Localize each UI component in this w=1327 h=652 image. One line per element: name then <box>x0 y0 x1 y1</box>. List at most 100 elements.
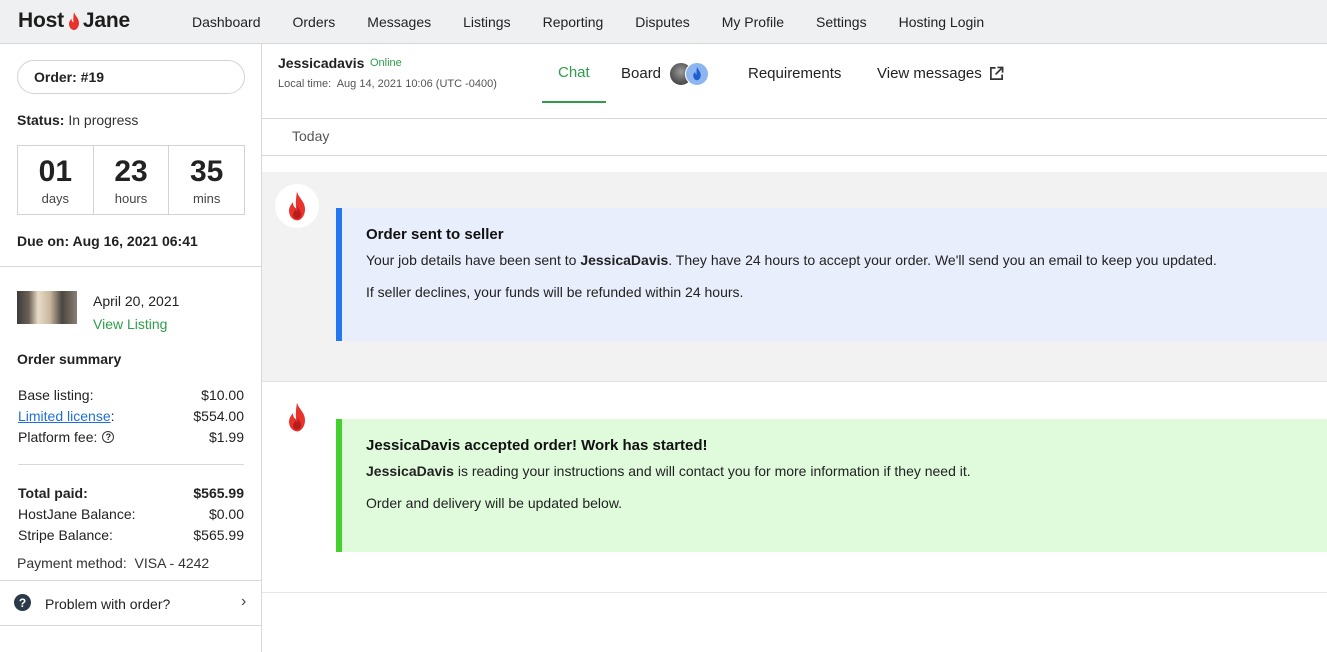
message-text: Your job details have been sent to <box>366 252 581 268</box>
flame-icon <box>693 66 701 81</box>
total-value: $565.99 <box>193 485 244 501</box>
seller-mention: JessicaDavis <box>366 463 454 479</box>
view-listing-link[interactable]: View Listing <box>93 316 167 332</box>
tab-requirements-label: Requirements <box>748 65 842 82</box>
total-row-total-paid: Total paid: $565.99 <box>18 485 244 501</box>
nav-orders[interactable]: Orders <box>277 14 352 30</box>
listing-thumbnail[interactable] <box>17 291 77 324</box>
message-order-sent: Order sent to seller Your job details ha… <box>336 208 1327 341</box>
message-title: Order sent to seller <box>366 226 504 243</box>
message-line: If seller declines, your funds will be r… <box>366 284 744 300</box>
summary-row-limited-license: Limited license: $554.00 <box>18 408 244 424</box>
nav-hosting-login[interactable]: Hosting Login <box>883 14 1001 30</box>
help-circle-icon: ? <box>14 594 31 611</box>
tab-board-label: Board <box>621 65 662 82</box>
message-title: JessicaDavis accepted order! Work has st… <box>366 437 1327 454</box>
status-label: Status: <box>17 112 65 128</box>
tab-chat[interactable]: Chat <box>542 44 606 103</box>
logo-text-jane: Jane <box>82 9 130 32</box>
tab-board[interactable]: Board <box>621 44 710 103</box>
divider <box>262 592 1327 593</box>
countdown-timer: 01 days 23 hours 35 mins <box>17 145 245 215</box>
countdown-mins-label: mins <box>192 190 221 206</box>
summary-row-base-listing: Base listing: $10.00 <box>18 387 244 403</box>
nav-my-profile[interactable]: My Profile <box>706 14 800 30</box>
date-divider: Today <box>262 119 1327 156</box>
payment-method: Payment method: VISA - 4242 <box>17 555 210 571</box>
message-line: JessicaDavis is reading your instruction… <box>366 463 1327 479</box>
message-text: is reading your instructions and will co… <box>453 463 971 479</box>
avatar <box>685 61 710 86</box>
countdown-days-value: 01 <box>38 154 73 188</box>
total-row-hostjane-balance: HostJane Balance: $0.00 <box>18 506 244 522</box>
order-status: Status: In progress <box>17 112 138 128</box>
external-link-icon <box>989 66 1004 80</box>
countdown-hours-label: hours <box>114 190 148 206</box>
total-label: Total paid: <box>18 485 88 501</box>
hostjane-logo[interactable]: Host Jane <box>18 9 130 33</box>
message-line: Order and delivery will be updated below… <box>366 495 623 511</box>
flame-icon <box>289 191 305 221</box>
status-value: In progress <box>68 112 139 128</box>
avatar <box>275 395 319 439</box>
nav-messages[interactable]: Messages <box>351 14 447 30</box>
total-label: HostJane Balance: <box>18 506 136 522</box>
chevron-right-icon: › <box>241 593 247 610</box>
listing-date: April 20, 2021 <box>93 293 180 309</box>
seller-mention: JessicaDavis <box>580 252 669 268</box>
question-circle-icon[interactable]: ? <box>102 431 115 444</box>
total-row-stripe-balance: Stripe Balance: $565.99 <box>18 527 244 543</box>
due-date: Due on: Aug 16, 2021 06:41 <box>17 233 198 249</box>
summary-label: Platform fee: <box>18 429 98 445</box>
online-status: Online <box>370 57 402 69</box>
message-line: Your job details have been sent to Jessi… <box>366 252 1327 268</box>
seller-local-time: Local time: Aug 14, 2021 10:06 (UTC -040… <box>278 78 497 90</box>
message-order-accepted: JessicaDavis accepted order! Work has st… <box>336 419 1327 552</box>
summary-label-wrap: Platform fee:? <box>18 429 115 445</box>
summary-label: Base listing: <box>18 387 94 403</box>
countdown-hours-value: 23 <box>114 154 148 188</box>
seller-name[interactable]: Jessicadavis <box>278 55 364 71</box>
date-divider-label: Today <box>292 128 330 144</box>
message-text: . They have 24 hours to accept your orde… <box>668 252 1217 268</box>
main-nav: Dashboard Orders Messages Listings Repor… <box>176 0 1000 44</box>
order-sidebar: Order: #19 Status: In progress 01 days 2… <box>0 44 262 652</box>
nav-reporting[interactable]: Reporting <box>527 14 620 30</box>
countdown-days-label: days <box>41 190 70 206</box>
summary-value: $1.99 <box>208 429 244 445</box>
summary-value: $554.00 <box>193 408 244 424</box>
tab-chat-label: Chat <box>558 64 590 81</box>
top-navbar: Host Jane Dashboard Orders Messages List… <box>0 0 1327 44</box>
order-summary-title: Order summary <box>17 351 122 367</box>
order-number-pill[interactable]: Order: #19 <box>17 60 245 94</box>
message-title-text: accepted order! Work has started! <box>460 437 708 454</box>
tab-requirements[interactable]: Requirements <box>748 44 841 103</box>
summary-label-wrap: Limited license: <box>18 408 115 424</box>
divider <box>0 266 261 267</box>
total-label: Stripe Balance: <box>18 527 113 543</box>
summary-label-colon: : <box>110 408 115 424</box>
nav-listings[interactable]: Listings <box>447 14 526 30</box>
seller-mention: JessicaDavis <box>366 437 461 454</box>
total-value: $0.00 <box>208 506 244 522</box>
countdown-mins: 35 mins <box>169 146 244 214</box>
conversation-header: Jessicadavis Online Local time: Aug 14, … <box>262 44 1327 119</box>
summary-row-platform-fee: Platform fee:? $1.99 <box>18 429 244 445</box>
summary-value: $10.00 <box>201 387 244 403</box>
countdown-days: 01 days <box>18 146 94 214</box>
tab-view-messages-label: View messages <box>877 65 982 82</box>
flame-icon <box>68 12 79 30</box>
total-value: $565.99 <box>193 527 244 543</box>
tab-view-messages[interactable]: View messages <box>877 44 1004 103</box>
logo-text-host: Host <box>18 9 64 32</box>
nav-dashboard[interactable]: Dashboard <box>176 14 277 30</box>
divider <box>18 464 244 465</box>
nav-disputes[interactable]: Disputes <box>619 14 705 30</box>
avatar <box>275 184 319 228</box>
nav-settings[interactable]: Settings <box>800 14 883 30</box>
limited-license-link[interactable]: Limited license <box>18 408 111 424</box>
countdown-mins-value: 35 <box>189 154 224 188</box>
problem-with-order-button[interactable]: ? Problem with order? › <box>0 581 261 626</box>
board-avatars <box>669 61 710 86</box>
problem-label: Problem with order? <box>45 596 171 612</box>
